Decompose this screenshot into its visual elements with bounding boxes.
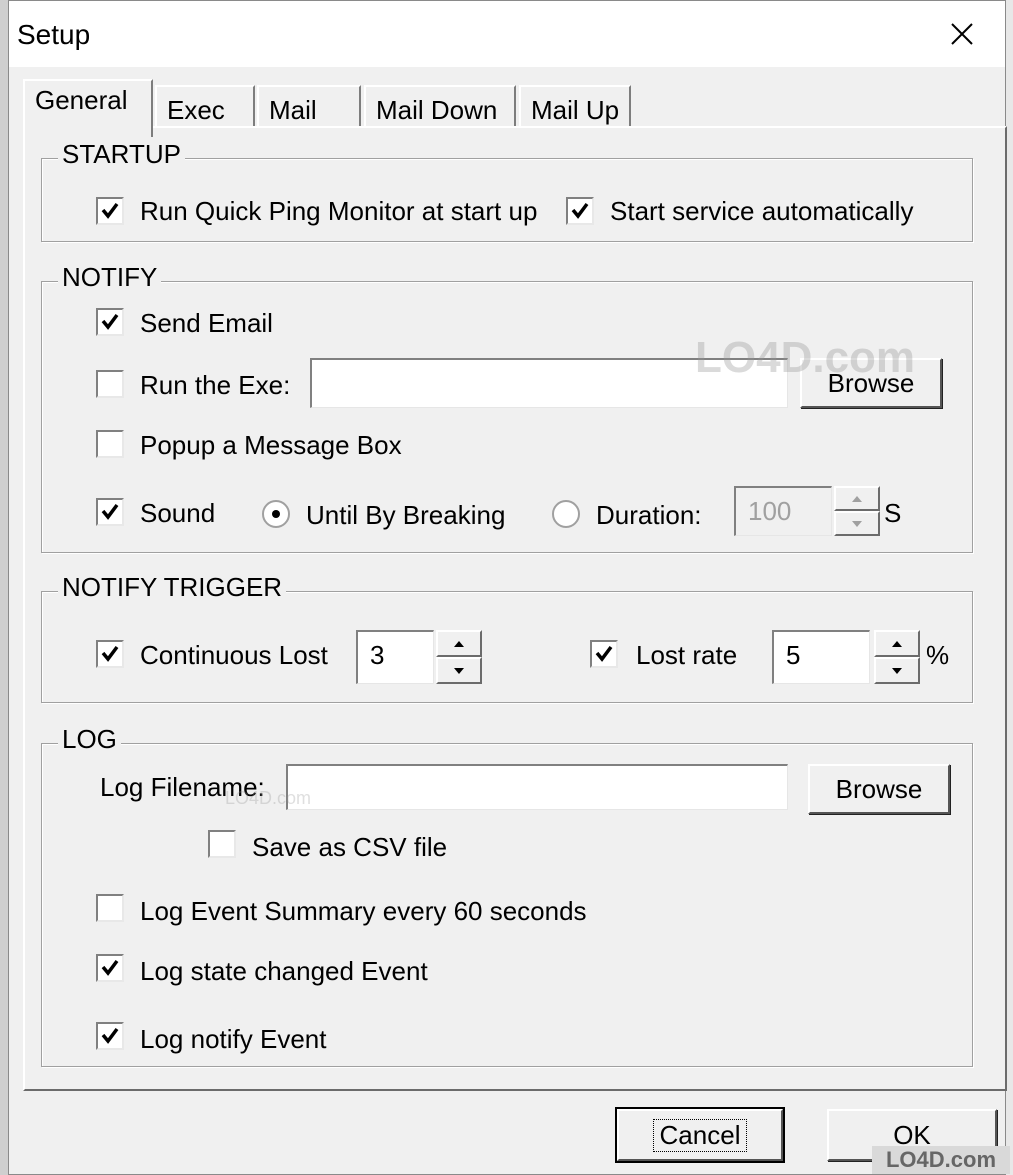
check-icon [595, 645, 613, 662]
run-at-startup-label: Run Quick Ping Monitor at start up [140, 196, 538, 226]
background-edge [0, 0, 8, 1175]
continuous-lost-label: Continuous Lost [140, 640, 328, 670]
watermark-badge: LO4D.com [872, 1146, 1010, 1174]
lost-rate-input[interactable]: 5 [772, 630, 870, 684]
popup-checkbox[interactable] [96, 430, 124, 458]
notify-group: NOTIFY Send Email Run the Exe: Browse Po… [41, 262, 973, 553]
duration-down-button[interactable] [834, 511, 880, 536]
cancel-label: Cancel [652, 1118, 748, 1152]
event-summary-label: Log Event Summary every 60 seconds [140, 896, 587, 926]
cancel-button[interactable]: Cancel [615, 1107, 785, 1163]
setup-dialog: Setup General Exec Mail Mail Down Mail U… [8, 0, 1007, 1175]
watermark-small: LO4D.com [225, 788, 312, 808]
watermark-large: LO4D.com [695, 333, 916, 382]
check-icon [571, 202, 589, 219]
continuous-lost-input[interactable]: 3 [356, 630, 434, 684]
close-button[interactable] [919, 1, 1005, 67]
until-breaking-radio[interactable] [262, 500, 290, 528]
arrow-up-icon [454, 640, 464, 647]
state-changed-label: Log state changed Event [140, 956, 428, 986]
until-breaking-label: Until By Breaking [306, 500, 506, 530]
arrow-down-icon [892, 667, 902, 674]
duration-spinner[interactable] [834, 486, 880, 536]
notify-trigger-group: NOTIFY TRIGGER Continuous Lost 3 Lost ra… [41, 572, 973, 703]
duration-unit: S [884, 498, 902, 528]
continuous-lost-down-button[interactable] [436, 657, 482, 684]
event-summary-checkbox[interactable] [96, 894, 124, 922]
duration-radio[interactable] [552, 500, 580, 528]
tab-general[interactable]: General [23, 79, 153, 137]
run-exe-checkbox[interactable] [96, 370, 124, 398]
send-email-label: Send Email [140, 308, 273, 338]
lost-rate-spinner[interactable] [874, 630, 920, 684]
notify-event-label: Log notify Event [140, 1024, 327, 1054]
log-filename-input[interactable] [286, 764, 788, 810]
close-icon [951, 23, 973, 45]
continuous-lost-checkbox[interactable] [96, 640, 124, 668]
check-icon [101, 1027, 119, 1044]
radio-dot-icon [272, 510, 280, 518]
log-group: LOG Log Filename: Browse Save as CSV fil… [41, 724, 973, 1067]
notify-event-checkbox[interactable] [96, 1022, 124, 1050]
arrow-down-icon [852, 520, 862, 527]
save-csv-label: Save as CSV file [252, 832, 448, 862]
startup-group-title: STARTUP [58, 139, 185, 170]
popup-label: Popup a Message Box [140, 430, 402, 460]
lost-rate-checkbox[interactable] [590, 640, 618, 668]
send-email-checkbox[interactable] [96, 308, 124, 336]
background-window-edge [1006, 0, 1013, 1175]
sound-label: Sound [140, 498, 216, 528]
continuous-lost-spinner[interactable] [436, 630, 482, 684]
lost-rate-unit: % [926, 640, 950, 670]
notify-trigger-group-title: NOTIFY TRIGGER [58, 572, 287, 603]
sound-checkbox[interactable] [96, 498, 124, 526]
title-bar: Setup [9, 1, 1005, 67]
log-browse-label: Browse [835, 773, 923, 804]
duration-up-button[interactable] [834, 486, 880, 511]
log-browse-button[interactable]: Browse [808, 764, 950, 814]
start-service-checkbox[interactable] [566, 197, 594, 225]
arrow-up-icon [852, 495, 862, 502]
continuous-lost-up-button[interactable] [436, 630, 482, 657]
arrow-down-icon [454, 667, 464, 674]
general-tab-panel: STARTUP Run Quick Ping Monitor at start … [23, 126, 1007, 1091]
start-service-label: Start service automatically [610, 196, 914, 226]
arrow-up-icon [892, 640, 902, 647]
lost-rate-label: Lost rate [636, 640, 738, 670]
dialog-title: Setup [17, 19, 91, 50]
state-changed-checkbox[interactable] [96, 954, 124, 982]
duration-label: Duration: [596, 500, 702, 530]
duration-input[interactable]: 100 [734, 486, 832, 536]
check-icon [101, 503, 119, 520]
lost-rate-up-button[interactable] [874, 630, 920, 657]
notify-group-title: NOTIFY [58, 262, 162, 293]
check-icon [101, 959, 119, 976]
run-at-startup-checkbox[interactable] [96, 197, 124, 225]
startup-group: STARTUP Run Quick Ping Monitor at start … [41, 139, 973, 242]
check-icon [101, 645, 119, 662]
check-icon [101, 202, 119, 219]
log-group-title: LOG [58, 724, 121, 755]
run-exe-label: Run the Exe: [140, 370, 291, 400]
check-icon [101, 313, 119, 330]
save-csv-checkbox[interactable] [208, 830, 236, 858]
lost-rate-down-button[interactable] [874, 657, 920, 684]
